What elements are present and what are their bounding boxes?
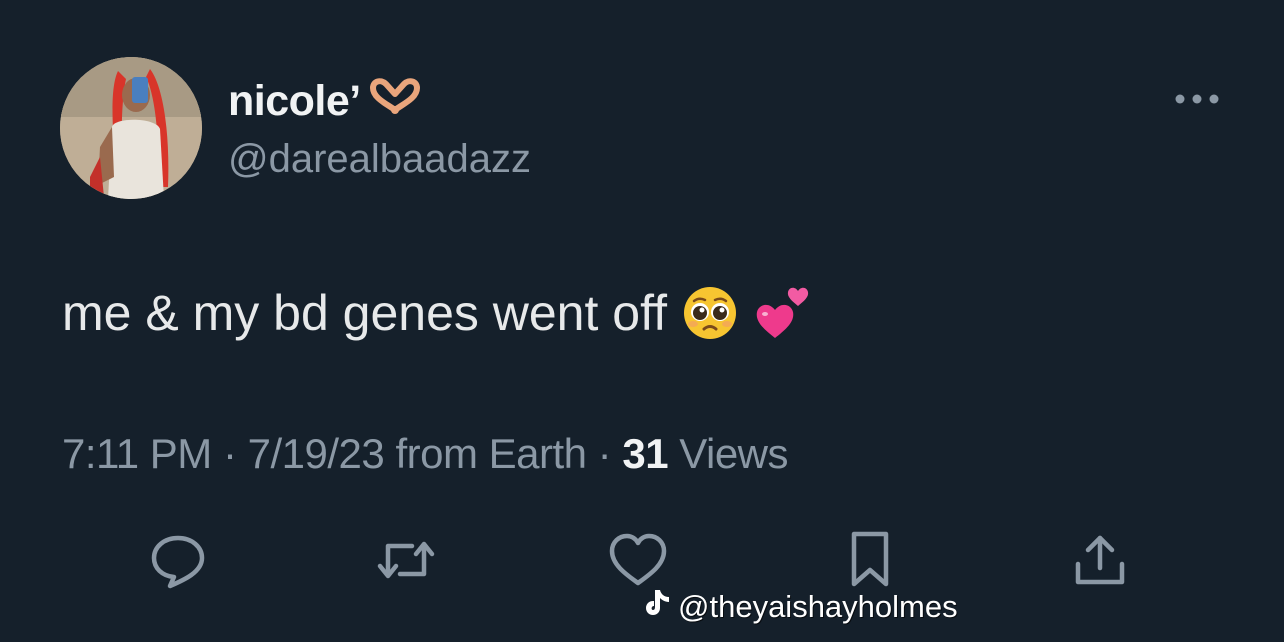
ellipsis-icon: [1175, 94, 1219, 104]
tweet-date-source[interactable]: 7/19/23 from Earth: [248, 430, 587, 477]
like-button[interactable]: [606, 528, 670, 592]
bookmark-icon: [851, 531, 889, 587]
avatar-photo: [60, 57, 202, 199]
views-count: 31: [622, 430, 669, 477]
tweet-text: me & my bd genes went off: [62, 282, 815, 344]
share-button[interactable]: [1068, 528, 1132, 592]
heart-hands-icon: [367, 76, 423, 127]
display-name-text: nicole’: [228, 77, 361, 125]
user-handle[interactable]: @darealbaadazz: [228, 137, 531, 182]
more-options-button[interactable]: [1170, 84, 1224, 114]
separator: ·: [222, 430, 237, 477]
reply-button[interactable]: [146, 528, 210, 592]
like-icon: [609, 533, 667, 586]
share-icon: [1075, 535, 1125, 585]
separator: ·: [597, 430, 612, 477]
tweet-body: me & my bd genes went off: [62, 285, 667, 341]
bookmark-button[interactable]: [838, 528, 902, 592]
reply-icon: [151, 535, 205, 589]
retweet-icon: [377, 541, 435, 579]
pleading-face-icon: [681, 284, 739, 342]
tweet-time[interactable]: 7:11 PM: [62, 430, 212, 477]
watermark-handle: @theyaishayholmes: [678, 589, 958, 624]
retweet-button[interactable]: [374, 528, 438, 592]
tiktok-logo-icon: [644, 588, 672, 626]
tweet-metadata: 7:11 PM · 7/19/23 from Earth · 31 Views: [62, 430, 789, 478]
views-label: Views: [679, 430, 789, 477]
display-name[interactable]: nicole’: [228, 76, 423, 127]
tiktok-watermark: @theyaishayholmes: [644, 588, 958, 626]
avatar[interactable]: [60, 57, 202, 199]
two-hearts-icon: [753, 282, 815, 344]
